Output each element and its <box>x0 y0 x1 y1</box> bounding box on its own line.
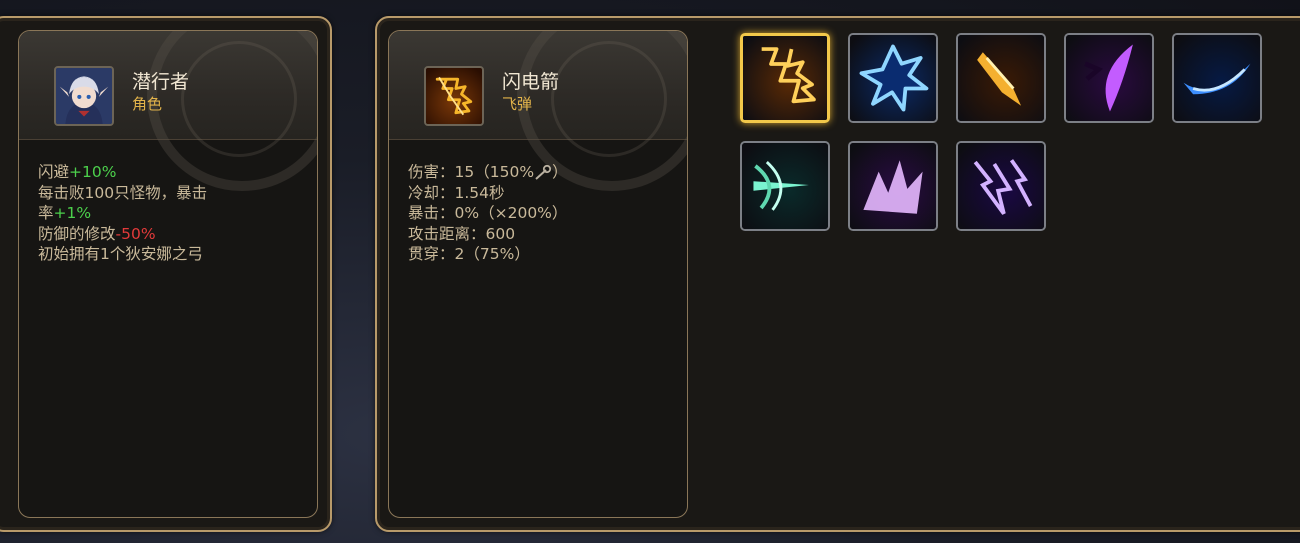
weapon-stat-value: 15（150% <box>454 163 535 181</box>
character-stat-text: 初始拥有1个狄安娜之弓 <box>38 245 203 263</box>
weapon-icon <box>424 66 484 126</box>
weapon-name: 闪电箭 <box>502 71 560 93</box>
weapon-stat-line: 贯穿：2（75%） <box>408 244 679 265</box>
weapon-stat-label: 暴击： <box>408 204 455 222</box>
character-stat-line: 每击败100只怪物，暴击 <box>38 183 309 204</box>
weapon-stat-label: 冷却： <box>408 183 455 202</box>
weapon-stat-line: 伤害：15（150% ） <box>408 162 679 183</box>
weapon-stat-value-suffix: ） <box>552 163 568 181</box>
violet-burst-icon[interactable] <box>848 141 938 231</box>
character-stat-text: 每击败100只怪物，暴击 <box>38 183 208 202</box>
character-stat-text: +10% <box>69 163 117 181</box>
weapon-stat-label: 伤害： <box>408 163 455 181</box>
weapon-stat-value: 2（75%） <box>454 245 530 263</box>
weapon-type: 飞弹 <box>502 95 533 113</box>
character-stat-text: 闪避 <box>38 163 70 181</box>
character-type: 角色 <box>132 95 163 113</box>
character-name: 潜行者 <box>132 71 190 93</box>
violet-lightning-icon[interactable] <box>956 141 1046 231</box>
weapon-stat-line: 攻击距离：600 <box>408 224 679 245</box>
weapon-stats: 伤害：15（150%）冷却：1.54秒 暴击：0%（×200%） 攻击距离：600 贯… <box>408 162 679 265</box>
blue-wave-icon[interactable] <box>1172 33 1262 123</box>
character-stat-line: 闪避+10% <box>38 162 309 183</box>
weapon-stat-value: 1.54秒 <box>454 183 505 202</box>
purple-slash-icon[interactable] <box>1064 33 1154 123</box>
character-stat-text: 防御的修改 <box>38 224 116 243</box>
character-stats: 闪避+10% 每击败100只怪物，暴击 率+1% 防御的修改-50% 初始拥有1个狄安娜… <box>38 162 309 265</box>
character-stat-line: 初始拥有1个狄安娜之弓 <box>38 244 309 265</box>
weapon-card-header: 闪电箭 飞弹 <box>389 31 687 191</box>
golden-arrow-icon[interactable] <box>956 33 1046 123</box>
character-stat-line: 防御的修改-50% <box>38 224 309 245</box>
weapon-stat-label: 攻击距离： <box>408 224 486 243</box>
weapon-stat-value: 0%（×200%） <box>454 204 568 222</box>
character-stat-text: 率 <box>38 204 54 222</box>
character-portrait <box>54 66 114 126</box>
weapon-card: 闪电箭 飞弹 伤害：15（150%）冷却：1.54秒 暴击：0%（×200%） 攻击… <box>388 30 688 518</box>
character-card: 潜行者 角色 闪避+10% 每击败100只怪物，暴击 率+1% 防御的修改-50% 初始… <box>18 30 318 518</box>
character-card-header: 潜行者 角色 <box>19 31 317 191</box>
blue-lightning-burst-icon[interactable] <box>848 33 938 123</box>
character-stat-line: 率+1% <box>38 203 309 224</box>
weapon-stat-line: 暴击：0%（×200%） <box>408 203 679 224</box>
character-stat-text: +1% <box>53 204 92 222</box>
weapon-stat-line: 冷却：1.54秒 <box>408 183 679 204</box>
wand-icon <box>535 164 552 180</box>
character-stat-text: -50% <box>115 224 156 243</box>
weapon-stat-value: 600 <box>485 224 516 243</box>
weapon-stat-label: 贯穿： <box>408 245 455 263</box>
green-arrow-icon[interactable] <box>740 141 830 231</box>
lightning-arrow-icon[interactable] <box>740 33 830 123</box>
